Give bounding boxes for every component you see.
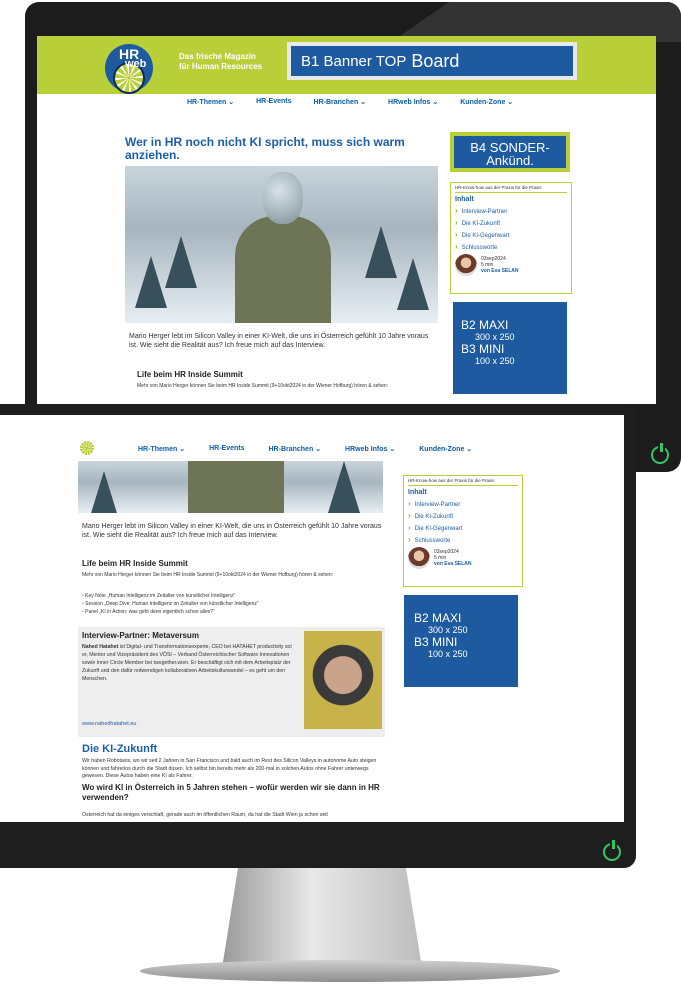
monitor-stand (222, 868, 422, 968)
back-screen: HR web Das frische Magazin für Human Reso… (37, 36, 656, 404)
toc-box: HR-Know-how aus der Praxis für die Praxi… (403, 475, 523, 587)
nav-item-hrweb-infos[interactable]: HRweb Infos ⌄ (345, 445, 395, 453)
zukunft-text: Wir haben Robotaxis, wo wir seit 2 Jahre… (82, 758, 377, 779)
list-item: • Session „Deep Dive: Human Intelligenz … (82, 601, 259, 607)
nav-item-kunden-zone[interactable]: Kunden-Zone ⌄ (460, 98, 513, 106)
nav-item-hr-events[interactable]: HR-Events (209, 445, 244, 453)
power-icon[interactable] (603, 840, 621, 861)
nav-item-hr-themen[interactable]: HR-Themen ⌄ (138, 445, 185, 453)
partner-box: Interview-Partner: Metaversum Nahed Hata… (78, 627, 385, 737)
hero-image (125, 166, 438, 323)
main-nav: HR-Themen ⌄ HR-Events HR-Branchen ⌄ HRwe… (187, 98, 513, 106)
article-lead: Mario Herger lebt im Silicon Valley in e… (82, 523, 382, 539)
list-item: • Key Note „Human Intelligenz im Zeitalt… (82, 593, 236, 599)
toc-header: HR-Know-how aus der Praxis für die Praxi… (455, 185, 567, 193)
toc-item[interactable]: Die KI-Gegenwart (455, 230, 567, 239)
toc-item[interactable]: Die KI-Gegenwart (408, 523, 518, 532)
summit-bullets: • Key Note „Human Intelligenz im Zeitalt… (82, 592, 259, 616)
summit-heading: Life beim HR Inside Summit (137, 370, 243, 379)
banner-b4[interactable]: B4 SONDER- Ankünd. (450, 132, 570, 172)
toc-box: HR-Know-how aus der Praxis für die Praxi… (450, 182, 572, 294)
monitor-base (140, 960, 560, 982)
toc-item[interactable]: Die KI-Zukunft (455, 218, 567, 227)
question-heading: Wo wird KI in Österreich in 5 Jahren ste… (82, 783, 380, 802)
section-heading-zukunft: Die KI-Zukunft (82, 743, 158, 755)
site-header: HR web Das frische Magazin für Human Reso… (37, 36, 656, 94)
power-icon[interactable] (651, 443, 669, 464)
partner-link[interactable]: www.nahedhatahet.eu (82, 721, 136, 727)
nav-item-hr-themen[interactable]: HR-Themen ⌄ (187, 98, 234, 106)
hero-image (78, 461, 383, 513)
question-text: Österreich hat da einiges verschlaft, ge… (82, 812, 328, 818)
author-link[interactable]: von Eva SELAN (481, 268, 519, 274)
toc-title: Inhalt (408, 489, 427, 496)
toc-title: Inhalt (455, 196, 474, 203)
lemon-logo-icon[interactable] (80, 441, 94, 455)
nav-item-hr-events[interactable]: HR-Events (256, 98, 291, 106)
site-logo[interactable]: HR web (105, 44, 153, 94)
banner-b1[interactable]: B1 Banner TOP Board (287, 42, 577, 80)
summit-text: Mehr von Mario Herger können Sie beim HR… (137, 383, 389, 389)
toc-item[interactable]: Interview-Partner (455, 206, 567, 215)
toc-item[interactable]: Interview-Partner (408, 499, 518, 508)
author-avatar (408, 547, 430, 569)
tagline: Das frische Magazin für Human Resources (179, 52, 263, 71)
front-screen: HR-Themen ⌄ HR-Events HR-Branchen ⌄ HRwe… (0, 415, 624, 822)
main-nav: HR-Themen ⌄ HR-Events HR-Branchen ⌄ HRwe… (138, 445, 472, 453)
list-item: • Panel „KI in Action: was geht denn eig… (82, 609, 215, 615)
nav-item-kunden-zone[interactable]: Kunden-Zone ⌄ (419, 445, 472, 453)
partner-text: Nahed Hatahet ist Digital- und Transform… (82, 644, 292, 682)
nav-item-hr-branchen[interactable]: HR-Branchen ⌄ (314, 98, 367, 106)
toc-item[interactable]: Schlussworte (408, 535, 518, 544)
article-title: Wer in HR noch nicht KI spricht, muss si… (125, 135, 405, 162)
toc-item[interactable]: Die KI-Zukunft (408, 511, 518, 520)
partner-photo (304, 631, 382, 729)
author-avatar (455, 254, 477, 276)
author-link[interactable]: von Eva SELAN (434, 561, 472, 567)
article-lead: Mario Herger lebt im Silicon Valley in e… (129, 333, 429, 349)
summit-text: Mehr von Mario Herger können Sie beim HR… (82, 572, 334, 578)
nav-item-hr-branchen[interactable]: HR-Branchen ⌄ (269, 445, 322, 453)
logo-text-web: web (125, 58, 147, 70)
summit-heading: Life beim HR Inside Summit (82, 559, 188, 568)
toc-item[interactable]: Schlussworte (455, 242, 567, 251)
partner-title: Interview-Partner: Metaversum (82, 631, 199, 640)
nav-item-hrweb-infos[interactable]: HRweb Infos ⌄ (388, 98, 438, 106)
banner-b2-b3[interactable]: B2 MAXI 300 x 250 B3 MINI 100 x 250 (453, 302, 567, 394)
banner-b2-b3[interactable]: B2 MAXI 300 x 250 B3 MINI 100 x 250 (404, 595, 518, 687)
toc-header: HR-Know-how aus der Praxis für die Praxi… (408, 478, 518, 486)
